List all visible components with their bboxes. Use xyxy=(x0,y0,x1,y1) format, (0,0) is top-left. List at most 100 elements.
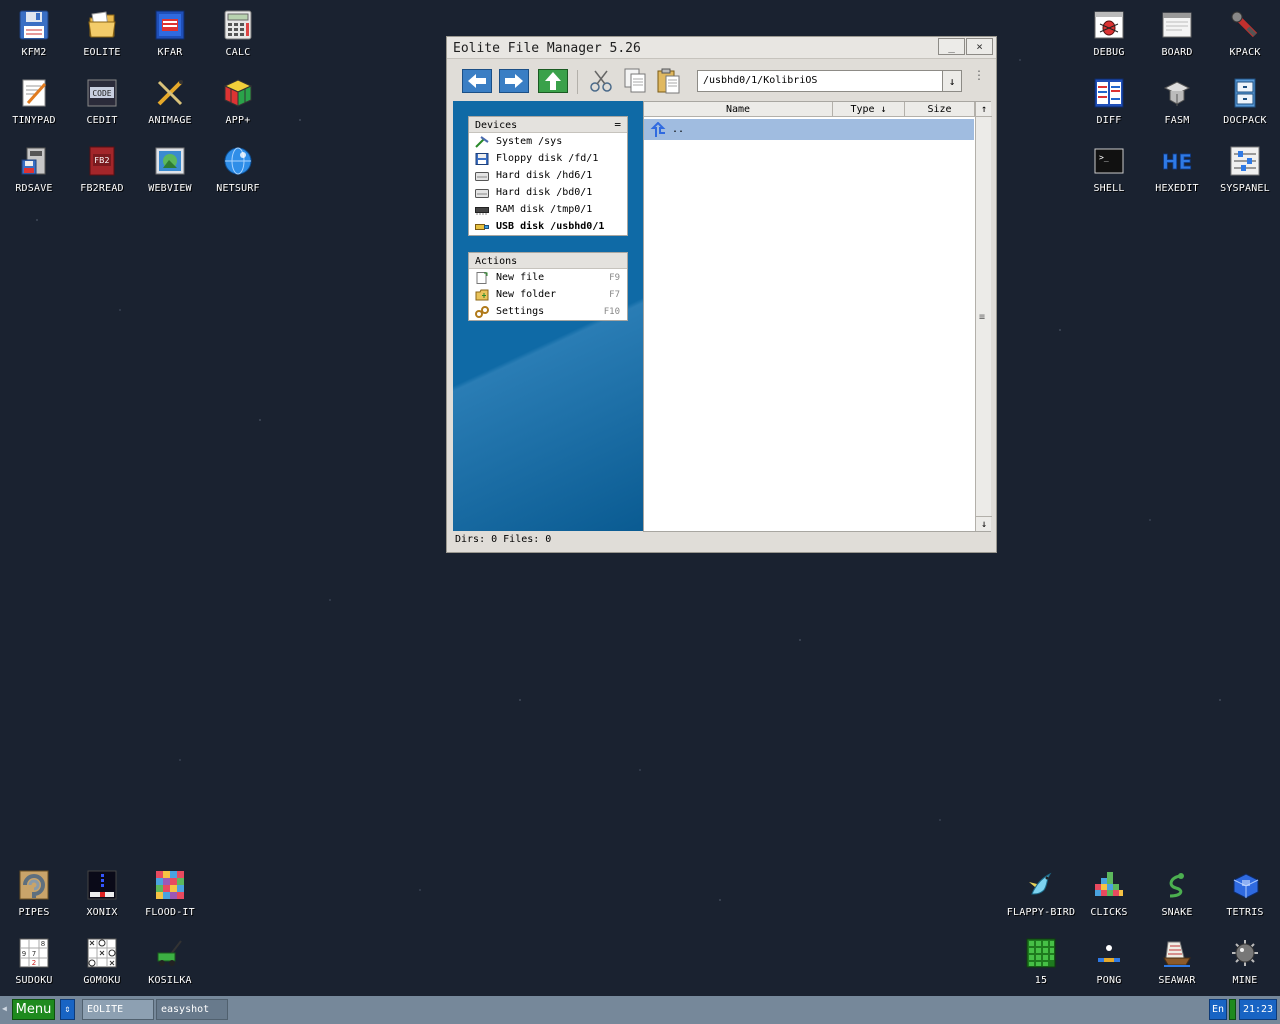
vertical-scrollbar[interactable]: ↑ ≡ ↓ xyxy=(975,102,992,531)
devices-header[interactable]: Devices = xyxy=(469,117,627,133)
desktop-icon-hexedit[interactable]: HE HEXEDIT xyxy=(1143,138,1211,206)
device-item-bd0[interactable]: Hard disk /bd0/1 xyxy=(469,184,627,201)
desktop-icon-seawar[interactable]: SEAWAR xyxy=(1143,930,1211,998)
icon-label: RDSAVE xyxy=(15,183,53,194)
desktop-icon-15[interactable]: 15 xyxy=(1007,930,1075,998)
desktop-icon-app-plus[interactable]: APP+ xyxy=(204,70,272,138)
cut-button[interactable] xyxy=(585,68,617,94)
chevron-down-icon: ↓ xyxy=(948,74,956,88)
close-button[interactable]: × xyxy=(966,38,993,55)
device-item-hd6[interactable]: Hard disk /hd6/1 xyxy=(469,167,627,184)
desktop-icon-fasm[interactable]: FASM xyxy=(1143,70,1211,138)
column-header-name[interactable]: Name xyxy=(644,102,833,117)
action-label: New file xyxy=(496,272,545,283)
action-new-file[interactable]: New file F9 xyxy=(469,269,627,286)
icon-label: KPACK xyxy=(1229,47,1261,58)
file-row-parent-dir[interactable]: .. xyxy=(644,119,974,140)
desktop-icon-kpack[interactable]: KPACK xyxy=(1211,2,1279,70)
bug-icon xyxy=(1092,8,1126,42)
desktop-icon-xonix[interactable]: XONIX xyxy=(68,862,136,930)
up-folder-button[interactable] xyxy=(537,68,569,94)
device-item-system[interactable]: System /sys xyxy=(469,133,627,150)
desktop-icon-board[interactable]: BOARD xyxy=(1143,2,1211,70)
desktop-icon-netsurf[interactable]: NETSURF xyxy=(204,138,272,206)
device-item-ram[interactable]: RAM disk /tmp0/1 xyxy=(469,201,627,218)
desktop-icon-kosilka[interactable]: KOSILKA xyxy=(136,930,204,998)
scroll-up-button[interactable]: ↑ xyxy=(976,102,992,117)
menu-button[interactable]: Menu xyxy=(12,999,55,1020)
eolite-window[interactable]: Eolite File Manager 5.26 _ × /usbhd0/1/K… xyxy=(446,36,997,553)
paste-button[interactable] xyxy=(653,68,685,94)
desktop-icon-eolite[interactable]: EOLITE xyxy=(68,2,136,70)
keyboard-layout-indicator[interactable]: En xyxy=(1209,999,1227,1020)
device-item-floppy[interactable]: Floppy disk /fd/1 xyxy=(469,150,627,167)
rubik-cube-icon xyxy=(221,76,255,110)
more-menu-button[interactable]: ⋮ xyxy=(973,69,985,81)
devices-title: Devices xyxy=(475,120,518,131)
shortcut-key: F10 xyxy=(603,306,620,317)
desktop-icon-snake[interactable]: SNAKE xyxy=(1143,862,1211,930)
action-new-folder[interactable]: New folder F7 xyxy=(469,286,627,303)
desktop-icon-pong[interactable]: PONG xyxy=(1075,930,1143,998)
copy-button[interactable] xyxy=(619,68,651,94)
desktop-icon-kfm2[interactable]: KFM2 xyxy=(0,2,68,70)
desktop-icon-flood-it[interactable]: FLOOD-IT xyxy=(136,862,204,930)
desktop-icon-clicks[interactable]: CLICKS xyxy=(1075,862,1143,930)
action-settings[interactable]: Settings F10 xyxy=(469,303,627,320)
forward-button[interactable] xyxy=(498,68,530,94)
desktop-icon-kfar[interactable]: KFAR xyxy=(136,2,204,70)
sliders-icon xyxy=(1228,144,1262,178)
icon-label: SUDOKU xyxy=(15,975,53,986)
paint-tools-icon xyxy=(153,76,187,110)
file-list[interactable]: Name Type ↓ Size .. ↑ ≡ ↓ xyxy=(643,101,992,532)
desktop-icon-diff[interactable]: DIFF xyxy=(1075,70,1143,138)
collapse-icon[interactable]: = xyxy=(614,118,621,131)
path-input[interactable]: /usbhd0/1/KolibriOS xyxy=(697,70,962,92)
file-cabinet-icon xyxy=(1228,76,1262,110)
taskbar-item-eolite[interactable]: EOLITE xyxy=(82,999,154,1020)
mine-icon xyxy=(1228,936,1262,970)
scroll-thumb[interactable]: ≡ xyxy=(979,312,985,323)
scroll-down-button[interactable]: ↓ xyxy=(976,516,992,531)
desktop-icon-shell[interactable]: >_ SHELL xyxy=(1075,138,1143,206)
action-label: Settings xyxy=(496,306,545,317)
back-button[interactable] xyxy=(461,68,493,94)
desktop-icon-animage[interactable]: ANIMAGE xyxy=(136,70,204,138)
desktop-icon-syspanel[interactable]: SYSPANEL xyxy=(1211,138,1279,206)
desktop-icon-rdsave[interactable]: RDSAVE xyxy=(0,138,68,206)
gomoku-game-icon xyxy=(85,936,119,970)
desktop-icon-calc[interactable]: CALC xyxy=(204,2,272,70)
desktop-icon-tetris[interactable]: TETRIS xyxy=(1211,862,1279,930)
desktop-icon-gomoku[interactable]: GOMOKU xyxy=(68,930,136,998)
desktop-icon-tinypad[interactable]: TINYPAD xyxy=(0,70,68,138)
path-dropdown-button[interactable]: ↓ xyxy=(942,70,962,92)
device-label: Hard disk /bd0/1 xyxy=(496,187,593,198)
taskbar-left-arrow-icon[interactable]: ◀ xyxy=(2,1004,7,1013)
desktop-icon-debug[interactable]: DEBUG xyxy=(1075,2,1143,70)
desktop-icon-flappy-bird[interactable]: FLAPPY-BIRD xyxy=(1007,862,1075,930)
window-switch-button[interactable]: ⇕ xyxy=(60,999,75,1020)
icon-label: MINE xyxy=(1232,975,1258,986)
desktop-icon-mine[interactable]: MINE xyxy=(1211,930,1279,998)
toolbar: /usbhd0/1/KolibriOS ↓ ⋮ xyxy=(447,60,996,98)
desktop-icon-sudoku[interactable]: 8 972 SUDOKU xyxy=(0,930,68,998)
icon-label: DEBUG xyxy=(1093,47,1125,58)
column-header-type[interactable]: Type ↓ xyxy=(833,102,905,117)
toolbar-separator xyxy=(577,70,578,94)
window-titlebar[interactable]: Eolite File Manager 5.26 _ × xyxy=(447,37,996,59)
usb-icon xyxy=(475,221,489,233)
desktop-icon-pipes[interactable]: PIPES xyxy=(0,862,68,930)
desktop-icon-webview[interactable]: WEBVIEW xyxy=(136,138,204,206)
desktop-icon-fb2read[interactable]: FB2 FB2READ xyxy=(68,138,136,206)
column-header-size[interactable]: Size xyxy=(905,102,975,117)
web-view-icon xyxy=(153,144,187,178)
icon-label: CLICKS xyxy=(1090,907,1128,918)
clock[interactable]: 21:23 xyxy=(1239,999,1277,1020)
device-item-usb[interactable]: USB disk /usbhd0/1 xyxy=(469,218,627,235)
actions-panel: Actions New file F9 New folder F7 Settin… xyxy=(468,252,628,321)
taskbar-item-easyshot[interactable]: easyshot xyxy=(156,999,228,1020)
minimize-button[interactable]: _ xyxy=(938,38,965,55)
desktop-icon-cedit[interactable]: CODE CEDIT xyxy=(68,70,136,138)
desktop-icon-docpack[interactable]: DOCPACK xyxy=(1211,70,1279,138)
icon-label: PIPES xyxy=(18,907,50,918)
